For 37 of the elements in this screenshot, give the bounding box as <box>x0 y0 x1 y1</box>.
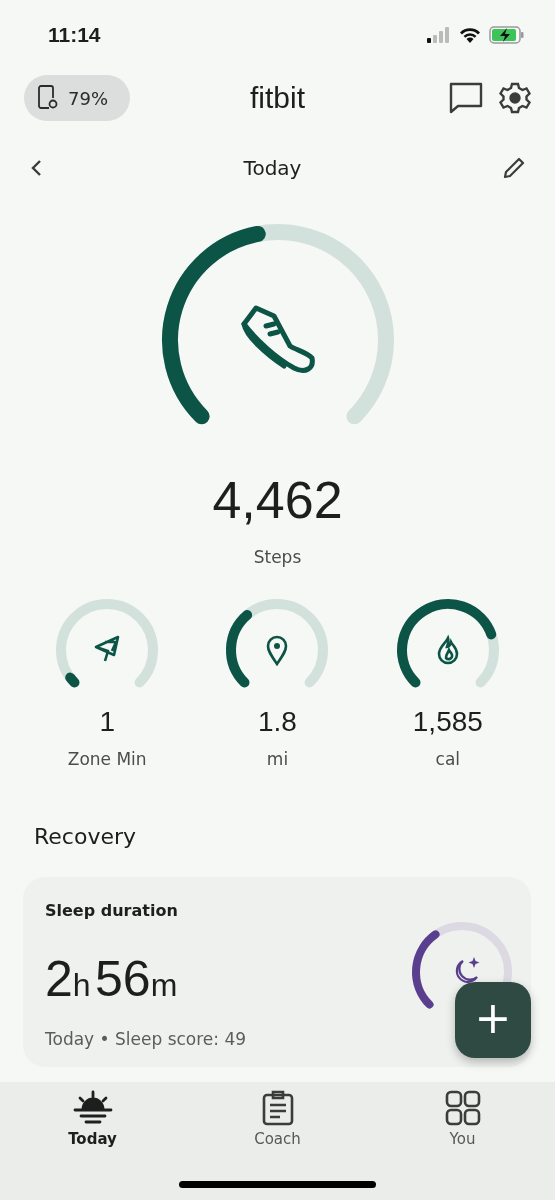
back-button[interactable] <box>30 159 42 177</box>
sleep-duration-value: 2h 56m <box>45 951 178 1009</box>
device-battery-button[interactable]: 79% <box>24 75 130 121</box>
stat-value: 1.8 <box>258 705 297 739</box>
clipboard-icon <box>260 1090 295 1126</box>
nav-tab[interactable]: Coach <box>185 1082 370 1152</box>
battery-charging-icon <box>489 26 525 44</box>
settings-icon <box>499 82 531 114</box>
date-label: Today <box>243 156 302 180</box>
nav-tab[interactable]: Today <box>0 1082 185 1152</box>
nav-tab[interactable]: You <box>370 1082 555 1152</box>
card-title: Sleep duration <box>45 900 179 922</box>
steps-count: 4,462 <box>212 470 343 530</box>
pencil-icon <box>503 157 525 179</box>
wifi-icon <box>459 27 481 43</box>
stat-label: cal <box>435 748 461 771</box>
edit-button[interactable] <box>503 157 525 179</box>
stat-label: Zone Min <box>67 748 147 771</box>
status-time: 11:14 <box>48 23 101 47</box>
stat-ring-fill <box>65 672 80 688</box>
stat-value: 1 <box>99 705 115 739</box>
section-title: Recovery <box>34 823 137 851</box>
chat-bubble-icon <box>449 82 483 114</box>
settings-button[interactable] <box>499 82 531 114</box>
steps-label: Steps <box>253 546 302 569</box>
app-logo-text: fitbit <box>250 81 305 115</box>
chevron-left-icon <box>30 159 42 177</box>
messages-button[interactable] <box>449 82 483 114</box>
stat-value: 1,585 <box>412 705 483 739</box>
add-button[interactable]: + <box>455 982 531 1058</box>
grid-icon <box>444 1090 481 1126</box>
sleep-card[interactable]: Sleep duration 2h 56m Today • Sleep score: 49 + <box>23 877 531 1067</box>
stat-label: mi <box>266 748 289 771</box>
sunrise-icon <box>72 1090 113 1126</box>
signal-icon <box>427 27 451 43</box>
phone-watch-icon <box>38 85 58 111</box>
sleep-summary: Today • Sleep score: 49 <box>45 1029 248 1049</box>
